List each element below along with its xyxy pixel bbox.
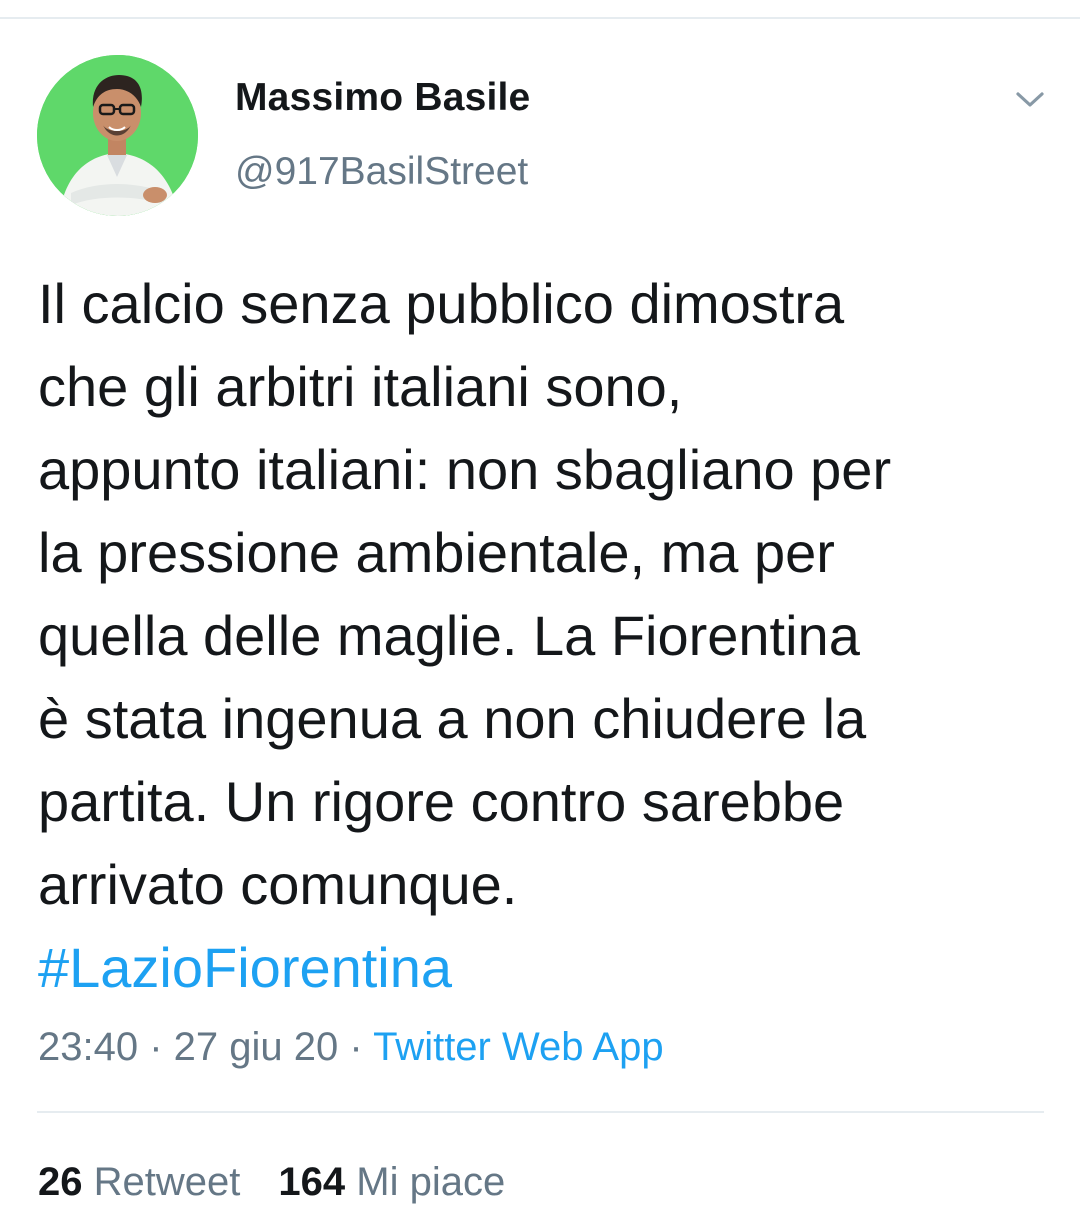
likes-label: Mi piace [356,1160,506,1204]
chevron-down-icon[interactable] [1010,84,1050,114]
meta-separator: · [138,1025,174,1069]
hashtag-link[interactable]: #LazioFiorentina [38,926,452,1009]
retweets-count: 26 [38,1160,83,1204]
tweet-time[interactable]: 23:40 [38,1025,138,1069]
tweet-metadata: 23:40 · 27 giu 20 · Twitter Web App [38,1025,664,1070]
avatar[interactable] [37,55,198,216]
tweet-text-line: è stata ingenua a non chiudere la [38,687,867,750]
tweet-text-line: la pressione ambientale, ma per [38,521,835,584]
top-divider [0,17,1080,19]
stats-divider [37,1111,1044,1113]
retweets-label: Retweet [93,1160,241,1204]
tweet-text-line: Il calcio senza pubblico dimostra [38,272,845,335]
tweet-text-line: appunto italiani: non sbagliano per [38,438,892,501]
tweet-detail-view: Massimo Basile @917BasilStreet Il calcio… [0,0,1080,1229]
likes-count: 164 [278,1160,346,1204]
tweet-source-link[interactable]: Twitter Web App [373,1025,664,1069]
tweet-text-line: quella delle maglie. La Fiorentina [38,604,860,667]
retweets-stat[interactable]: 26 Retweet [38,1160,240,1204]
likes-stat[interactable]: 164 Mi piace [278,1160,505,1204]
tweet-text-line: che gli arbitri italiani sono, [38,355,683,418]
tweet-text: Il calcio senza pubblico dimostra che gli… [38,262,1053,926]
tweet-text-line: arrivato comunque. [38,853,518,916]
tweet-date[interactable]: 27 giu 20 [174,1025,339,1069]
author-handle[interactable]: @917BasilStreet [235,150,528,194]
profile-photo-image [37,55,198,216]
meta-separator: · [338,1025,374,1069]
tweet-stats: 26 Retweet 164 Mi piace [38,1160,505,1205]
author-display-name[interactable]: Massimo Basile [235,76,530,120]
tweet-text-line: partita. Un rigore contro sarebbe [38,770,845,833]
